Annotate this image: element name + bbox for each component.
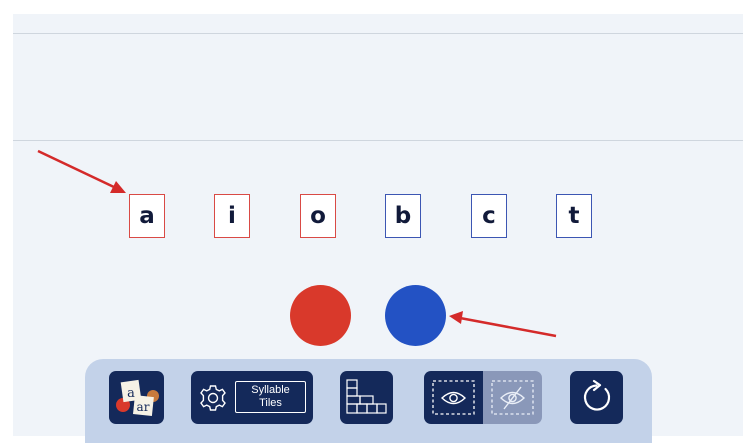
tile-layout-button[interactable] (340, 371, 393, 424)
reset-icon (583, 379, 611, 411)
gear-icon (200, 385, 226, 411)
letter-tile-a[interactable]: a (129, 194, 165, 238)
letter-tile-t[interactable]: t (556, 194, 592, 238)
hide-tiles-button[interactable] (483, 371, 542, 424)
letter-cards-icon: a ar (116, 379, 159, 416)
letter-tile-o[interactable]: o (300, 194, 336, 238)
svg-text:a: a (127, 386, 135, 401)
tile-stack-icon (346, 379, 387, 414)
letter-tile-b[interactable]: b (385, 194, 421, 238)
show-tiles-button[interactable] (424, 371, 483, 424)
letter-cards-button[interactable]: a ar (109, 371, 164, 424)
eye-off-icon (491, 380, 534, 415)
reset-button[interactable] (570, 371, 623, 424)
syllable-tiles-label: Syllable Tiles (235, 381, 306, 413)
eye-icon (432, 380, 475, 415)
top-divider (13, 33, 743, 34)
letter-tile-i[interactable]: i (214, 194, 250, 238)
red-marker[interactable] (290, 285, 351, 346)
blue-marker[interactable] (385, 285, 446, 346)
svg-text:ar: ar (137, 400, 150, 414)
middle-divider (13, 140, 743, 141)
letter-tile-c[interactable]: c (471, 194, 507, 238)
syllable-tiles-button[interactable]: Syllable Tiles (191, 371, 313, 424)
